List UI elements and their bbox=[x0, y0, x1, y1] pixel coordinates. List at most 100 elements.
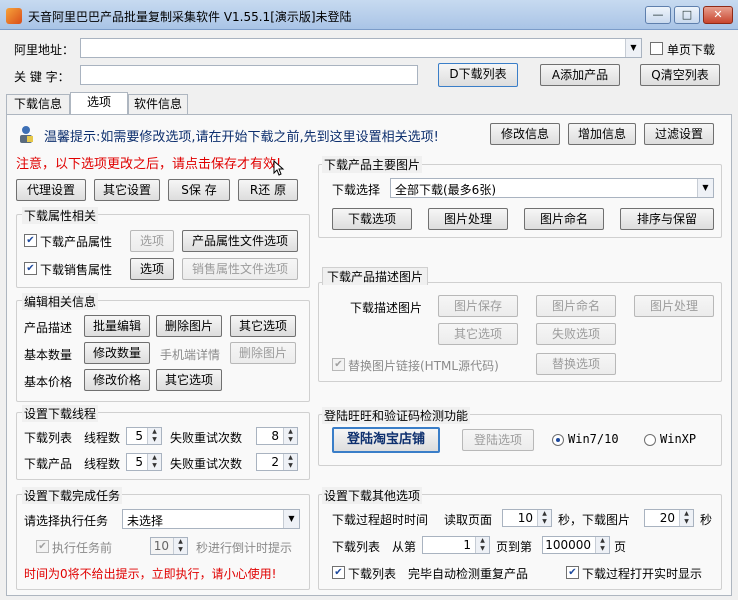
before-task-label: 执行任务前 bbox=[52, 541, 113, 555]
list-threads-stepper[interactable]: 5 ▲ ▼ bbox=[126, 427, 162, 445]
add-info-button[interactable]: 增加信息 bbox=[568, 123, 636, 145]
keyword-label: 关 键 字： bbox=[14, 70, 70, 84]
main-image-naming-button[interactable]: 图片命名 bbox=[524, 208, 604, 230]
before-task-checkbox[interactable]: ✔ bbox=[36, 540, 49, 553]
desc-image-process-button[interactable]: 图片处理 bbox=[634, 295, 714, 317]
keyword-input[interactable] bbox=[80, 65, 418, 85]
desc-image-naming-button[interactable]: 图片命名 bbox=[536, 295, 616, 317]
countdown-stepper[interactable]: 10 ▲ ▼ bbox=[150, 537, 188, 555]
realtime-display-checkbox[interactable]: ✔ bbox=[566, 566, 579, 579]
modify-info-button[interactable]: 修改信息 bbox=[490, 123, 560, 145]
window-client: 阿里地址： ▼ 单页下载 关 键 字： D下载列表 A添加产品 Q清空列表 下载… bbox=[0, 30, 738, 600]
close-button[interactable]: ✕ bbox=[703, 6, 733, 24]
download-product-attr-checkbox[interactable]: ✔ bbox=[24, 234, 37, 247]
desc-other-options-button[interactable]: 其它选项 bbox=[438, 323, 518, 345]
auto-check-list-label: 下载列表 bbox=[348, 567, 397, 581]
auto-check-duplicates-label: 完毕自动检测重复产品 bbox=[408, 567, 529, 581]
tab-download-info[interactable]: 下载信息 bbox=[6, 94, 70, 114]
desc-delete-image-button[interactable]: 删除图片 bbox=[156, 315, 222, 337]
batch-edit-button[interactable]: 批量编辑 bbox=[84, 315, 150, 337]
list-retry-stepper[interactable]: 8 ▲ ▼ bbox=[256, 427, 298, 445]
desc-fail-options-button[interactable]: 失败选项 bbox=[536, 323, 616, 345]
basic-qty-label: 基本数量 bbox=[24, 348, 73, 362]
mobile-detail-label: 手机端详情 bbox=[160, 348, 221, 362]
download-product-attr-label: 下载产品属性 bbox=[40, 235, 113, 249]
save-button[interactable]: S保 存 bbox=[168, 179, 230, 201]
main-download-options-button[interactable]: 下载选项 bbox=[332, 208, 412, 230]
main-image-process-button[interactable]: 图片处理 bbox=[428, 208, 508, 230]
product-attr-options-button[interactable]: 选项 bbox=[130, 230, 174, 252]
sales-attr-options-button[interactable]: 选项 bbox=[130, 258, 174, 280]
ali-address-label: 阿里地址： bbox=[14, 43, 75, 57]
desc-other-options-button[interactable]: 其它选项 bbox=[230, 315, 296, 337]
seconds-label: 秒 bbox=[700, 513, 713, 527]
winxp-label: WinXP bbox=[660, 432, 697, 446]
filter-settings-button[interactable]: 过滤设置 bbox=[644, 123, 714, 145]
to-page-stepper[interactable]: 100000 ▲ ▼ bbox=[542, 536, 610, 554]
minimize-button[interactable]: — bbox=[645, 6, 671, 24]
single-page-checkbox[interactable] bbox=[650, 42, 663, 55]
realtime-display-label: 下载过程打开实时显示 bbox=[582, 567, 703, 581]
auto-check-duplicates-checkbox[interactable]: ✔ bbox=[332, 566, 345, 579]
chevron-down-icon[interactable]: ▼ bbox=[697, 179, 713, 197]
task-select-label: 请选择执行任务 bbox=[24, 514, 109, 528]
login-taobao-shop-button[interactable]: 登陆淘宝店铺 bbox=[332, 427, 440, 453]
product-threads-stepper[interactable]: 5 ▲ ▼ bbox=[126, 453, 162, 471]
replace-link-label: 替换图片链接(HTML源代码) bbox=[348, 359, 499, 373]
clear-list-button[interactable]: Q清空列表 bbox=[640, 64, 720, 86]
proxy-settings-button[interactable]: 代理设置 bbox=[16, 179, 86, 201]
replace-link-checkbox[interactable]: ✔ bbox=[332, 358, 345, 371]
from-page-label: 从第 bbox=[392, 540, 417, 554]
chevron-down-icon[interactable]: ▼ bbox=[625, 39, 641, 57]
download-desc-image-label: 下载描述图片 bbox=[350, 301, 423, 315]
list-pages-label: 下载列表 bbox=[332, 540, 381, 554]
download-select-label: 下载选择 bbox=[332, 183, 381, 197]
thread-product-retry-label: 失败重试次数 bbox=[170, 457, 243, 471]
add-product-button[interactable]: A添加产品 bbox=[540, 64, 620, 86]
product-retry-stepper[interactable]: 2 ▲ ▼ bbox=[256, 453, 298, 471]
replace-options-button[interactable]: 替换选项 bbox=[536, 353, 616, 375]
ali-address-input[interactable]: ▼ bbox=[80, 38, 642, 58]
timeout-label: 下载过程超时时间 bbox=[332, 513, 429, 527]
other-settings-button[interactable]: 其它设置 bbox=[94, 179, 160, 201]
thread-product-label: 下载产品 bbox=[24, 457, 73, 471]
restore-button[interactable]: R还 原 bbox=[238, 179, 298, 201]
tab-software-info[interactable]: 软件信息 bbox=[128, 94, 188, 114]
thread-list-label: 下载列表 bbox=[24, 431, 73, 445]
image-timeout-stepper[interactable]: 20 ▲ ▼ bbox=[644, 509, 694, 527]
single-page-label: 单页下载 bbox=[667, 43, 716, 57]
download-sales-attr-checkbox[interactable]: ✔ bbox=[24, 262, 37, 275]
mouse-cursor-icon bbox=[273, 159, 285, 176]
read-page-timeout-stepper[interactable]: 10 ▲ ▼ bbox=[502, 509, 552, 527]
login-options-button[interactable]: 登陆选项 bbox=[462, 429, 534, 451]
from-page-stepper[interactable]: 1 ▲ ▼ bbox=[422, 536, 490, 554]
task-select[interactable]: 未选择 ▼ bbox=[122, 509, 300, 529]
sort-and-keep-button[interactable]: 排序与保留 bbox=[620, 208, 714, 230]
mobile-delete-image-button[interactable]: 删除图片 bbox=[230, 342, 296, 364]
price-other-options-button[interactable]: 其它选项 bbox=[156, 369, 222, 391]
login-group-title: 登陆旺旺和验证码检测功能 bbox=[322, 407, 471, 424]
download-sales-attr-label: 下载销售属性 bbox=[40, 263, 113, 277]
download-list-button[interactable]: D下载列表 bbox=[438, 63, 518, 87]
sales-attr-file-button[interactable]: 销售属性文件选项 bbox=[182, 258, 298, 280]
app-icon bbox=[6, 8, 22, 24]
window-title: 天音阿里巴巴产品批量复制采集软件 V1.55.1[演示版]未登陆 bbox=[28, 10, 352, 24]
title-bar: 天音阿里巴巴产品批量复制采集软件 V1.55.1[演示版]未登陆 — □ ✕ bbox=[0, 0, 738, 30]
download-select[interactable]: 全部下载(最多6张) ▼ bbox=[390, 178, 714, 198]
other-options-group-title: 设置下载其他选项 bbox=[322, 487, 423, 504]
modify-qty-button[interactable]: 修改数量 bbox=[84, 342, 150, 364]
maximize-button[interactable]: □ bbox=[674, 6, 700, 24]
product-attr-file-button[interactable]: 产品属性文件选项 bbox=[182, 230, 298, 252]
chevron-down-icon[interactable]: ▼ bbox=[283, 510, 299, 528]
tab-options[interactable]: 选项 bbox=[70, 92, 128, 114]
winxp-radio[interactable] bbox=[644, 434, 656, 446]
desc-image-save-button[interactable]: 图片保存 bbox=[438, 295, 518, 317]
task-group-title: 设置下载完成任务 bbox=[22, 487, 123, 504]
thread-list-retry-label: 失败重试次数 bbox=[170, 431, 243, 445]
thread-product-threads-label: 线程数 bbox=[84, 457, 121, 471]
basic-price-label: 基本价格 bbox=[24, 375, 73, 389]
modify-price-button[interactable]: 修改价格 bbox=[84, 369, 150, 391]
win7-radio[interactable] bbox=[552, 434, 564, 446]
download-image-label: 秒，下载图片 bbox=[558, 513, 631, 527]
countdown-label: 秒进行倒计时提示 bbox=[196, 541, 293, 555]
